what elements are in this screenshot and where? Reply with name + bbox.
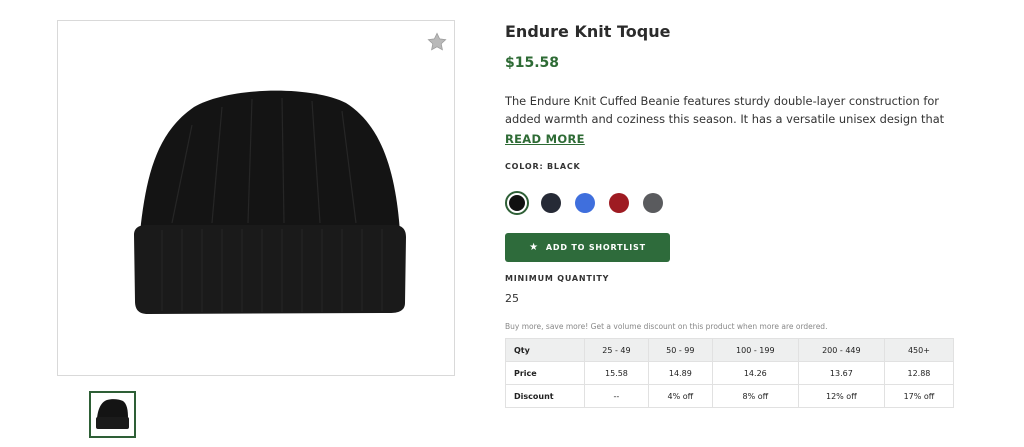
table-cell: 13.67 <box>797 361 885 385</box>
thumbnail-image <box>96 399 129 429</box>
table-row-label: Price <box>505 361 585 385</box>
color-swatches <box>505 190 955 216</box>
table-row: Price 15.58 14.89 14.26 13.67 12.88 <box>505 361 955 385</box>
table-cell: 8% off <box>711 384 799 408</box>
color-swatch-royal-blue[interactable] <box>575 193 595 213</box>
add-to-shortlist-button[interactable]: ★ ADD TO SHORTLIST <box>505 233 670 262</box>
swatch-fill <box>509 195 525 211</box>
table-cell: 12.88 <box>883 361 955 385</box>
color-swatch-red[interactable] <box>609 193 629 213</box>
table-header-cell: 50 - 99 <box>647 338 713 362</box>
product-image <box>134 90 406 314</box>
star-icon[interactable] <box>426 31 448 53</box>
product-image-frame <box>57 20 455 376</box>
table-header-row: Qty 25 - 49 50 - 99 100 - 199 200 - 449 … <box>505 338 955 362</box>
minimum-quantity-value: 25 <box>505 292 519 305</box>
volume-pricing-table: Qty 25 - 49 50 - 99 100 - 199 200 - 449 … <box>505 338 955 408</box>
product-title: Endure Knit Toque <box>505 22 671 41</box>
table-cell: 14.26 <box>711 361 799 385</box>
table-cell: 12% off <box>797 384 885 408</box>
product-details: Endure Knit Toque $15.58 The Endure Knit… <box>505 20 955 408</box>
read-more-link[interactable]: READ MORE <box>505 131 585 147</box>
table-cell: 4% off <box>647 384 713 408</box>
minimum-quantity-label: MINIMUM QUANTITY <box>505 274 610 283</box>
add-to-shortlist-label: ADD TO SHORTLIST <box>545 243 646 252</box>
table-header-cell: 450+ <box>883 338 955 362</box>
star-icon: ★ <box>529 241 539 253</box>
table-row: Discount -- 4% off 8% off 12% off 17% of… <box>505 384 955 408</box>
product-thumbnail[interactable] <box>89 391 136 438</box>
color-swatch-black[interactable] <box>505 191 529 215</box>
product-description: The Endure Knit Cuffed Beanie features s… <box>505 94 945 126</box>
table-row-label: Discount <box>505 384 585 408</box>
table-cell: 15.58 <box>584 361 649 385</box>
table-header-cell: Qty <box>505 338 585 362</box>
table-cell: -- <box>584 384 649 408</box>
color-swatch-grey[interactable] <box>643 193 663 213</box>
table-header-cell: 200 - 449 <box>797 338 885 362</box>
volume-discount-note: Buy more, save more! Get a volume discou… <box>505 322 828 331</box>
color-swatch-navy[interactable] <box>541 193 561 213</box>
color-label: COLOR: BLACK <box>505 162 581 171</box>
table-header-cell: 100 - 199 <box>711 338 799 362</box>
table-cell: 17% off <box>883 384 955 408</box>
table-header-cell: 25 - 49 <box>584 338 649 362</box>
table-cell: 14.89 <box>647 361 713 385</box>
product-price: $15.58 <box>505 55 560 71</box>
